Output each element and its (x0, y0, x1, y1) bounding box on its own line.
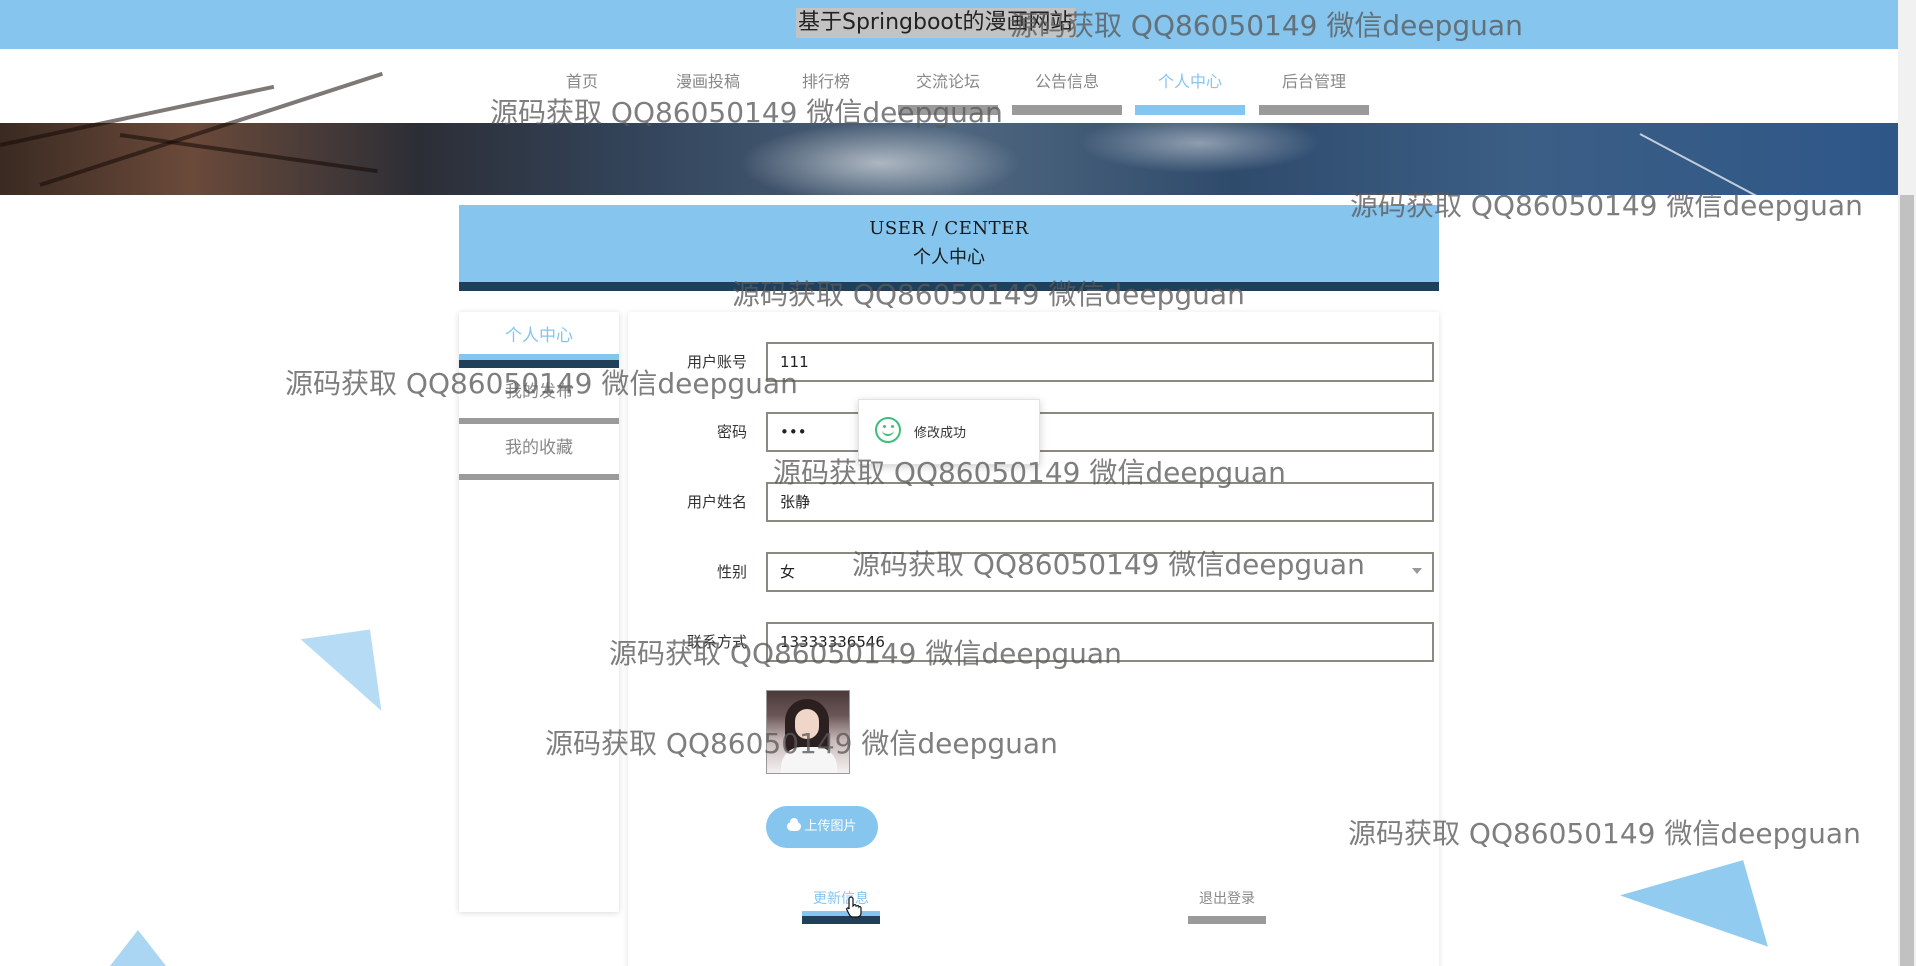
form-row-realname: 用户姓名 张静 (628, 482, 1439, 522)
form-row-username: 用户账号 111 (628, 342, 1439, 382)
top-title-bar: 基于Springboot的漫画网站 (0, 0, 1898, 49)
form-row-phone: 联系方式 13333336546 (628, 622, 1439, 662)
page: 基于Springboot的漫画网站 首页 漫画投稿 排行榜 交流论坛 公告信息 … (0, 0, 1898, 966)
decor-triangle (110, 930, 166, 966)
gender-select-value: 女 (780, 563, 796, 581)
side-item-underline (459, 354, 619, 368)
user-center-header: USER / CENTER 个人中心 (459, 205, 1439, 291)
vertical-scrollbar[interactable] (1898, 0, 1916, 966)
decor-triangle (1620, 860, 1768, 966)
side-item-label: 个人中心 (505, 326, 573, 346)
side-item-label: 我的发布 (505, 382, 573, 402)
logout-button-underline (1188, 916, 1266, 924)
hand-cursor-icon (846, 896, 862, 918)
nav-item-forum[interactable]: 交流论坛 (898, 49, 998, 115)
nav-item-admin[interactable]: 后台管理 (1259, 49, 1369, 115)
chevron-down-icon (1412, 568, 1422, 574)
gender-select[interactable]: 女 (766, 552, 1434, 592)
password-label: 密码 (716, 423, 747, 441)
logout-button[interactable]: 退出登录 (1188, 884, 1266, 924)
main-nav: 首页 漫画投稿 排行榜 交流论坛 公告信息 个人中心 后台管理 (0, 49, 1898, 123)
nav-item-label: 排行榜 (801, 72, 850, 91)
nav-item-label: 后台管理 (1281, 72, 1346, 91)
nav-item-label: 首页 (565, 72, 598, 91)
side-item-my-posts[interactable]: 我的发布 (459, 368, 619, 424)
toast-message: 修改成功 (914, 426, 967, 441)
nav-item-label: 交流论坛 (915, 72, 980, 91)
upload-image-button[interactable]: 上传图片 (766, 806, 878, 848)
header-title-en: USER / CENTER (869, 218, 1029, 239)
nav-item-underline (1012, 105, 1122, 115)
nav-item-user-center[interactable]: 个人中心 (1135, 49, 1245, 115)
scrollbar-thumb[interactable] (1900, 195, 1914, 966)
logout-button-label: 退出登录 (1199, 891, 1255, 907)
avatar-body (781, 747, 837, 773)
nav-item-underline (1259, 105, 1369, 115)
form-row-gender: 性别 女 (628, 552, 1439, 592)
realname-input[interactable]: 张静 (766, 482, 1434, 522)
banner-image (0, 71, 1898, 210)
phone-input[interactable]: 13333336546 (766, 622, 1434, 662)
side-item-label: 我的收藏 (505, 438, 573, 458)
banner-contrail (1639, 133, 1782, 210)
nav-item-home[interactable]: 首页 (548, 49, 616, 111)
banner-beam (119, 133, 378, 174)
nav-item-submit[interactable]: 漫画投稿 (658, 49, 758, 111)
site-title: 基于Springboot的漫画网站 (796, 8, 1075, 38)
nav-item-label: 公告信息 (1034, 72, 1099, 91)
avatar (766, 690, 850, 774)
side-menu: 个人中心 我的发布 我的收藏 (459, 312, 619, 912)
upload-button-label: 上传图片 (804, 819, 857, 834)
username-label: 用户账号 (686, 353, 747, 371)
nav-item-underline (898, 105, 998, 115)
decor-triangle (300, 629, 382, 721)
update-button-underline (802, 911, 880, 924)
side-item-underline (459, 474, 619, 480)
gender-label: 性别 (716, 563, 747, 581)
side-item-user-center[interactable]: 个人中心 (459, 312, 619, 368)
nav-item-label: 漫画投稿 (675, 72, 740, 91)
nav-item-label: 个人中心 (1157, 72, 1222, 91)
success-toast: 修改成功 (858, 399, 1040, 465)
username-input[interactable]: 111 (766, 342, 1434, 382)
smile-icon (875, 417, 901, 443)
realname-label: 用户姓名 (686, 493, 747, 511)
update-info-button[interactable]: 更新信息 (802, 884, 880, 924)
nav-item-notices[interactable]: 公告信息 (1012, 49, 1122, 115)
nav-item-ranking[interactable]: 排行榜 (786, 49, 866, 111)
side-item-my-favorites[interactable]: 我的收藏 (459, 424, 619, 480)
phone-label: 联系方式 (686, 633, 747, 651)
avatar-face (795, 709, 819, 739)
cloud-upload-icon (787, 818, 802, 831)
header-title-cn: 个人中心 (913, 247, 985, 268)
nav-item-underline (1135, 105, 1245, 115)
